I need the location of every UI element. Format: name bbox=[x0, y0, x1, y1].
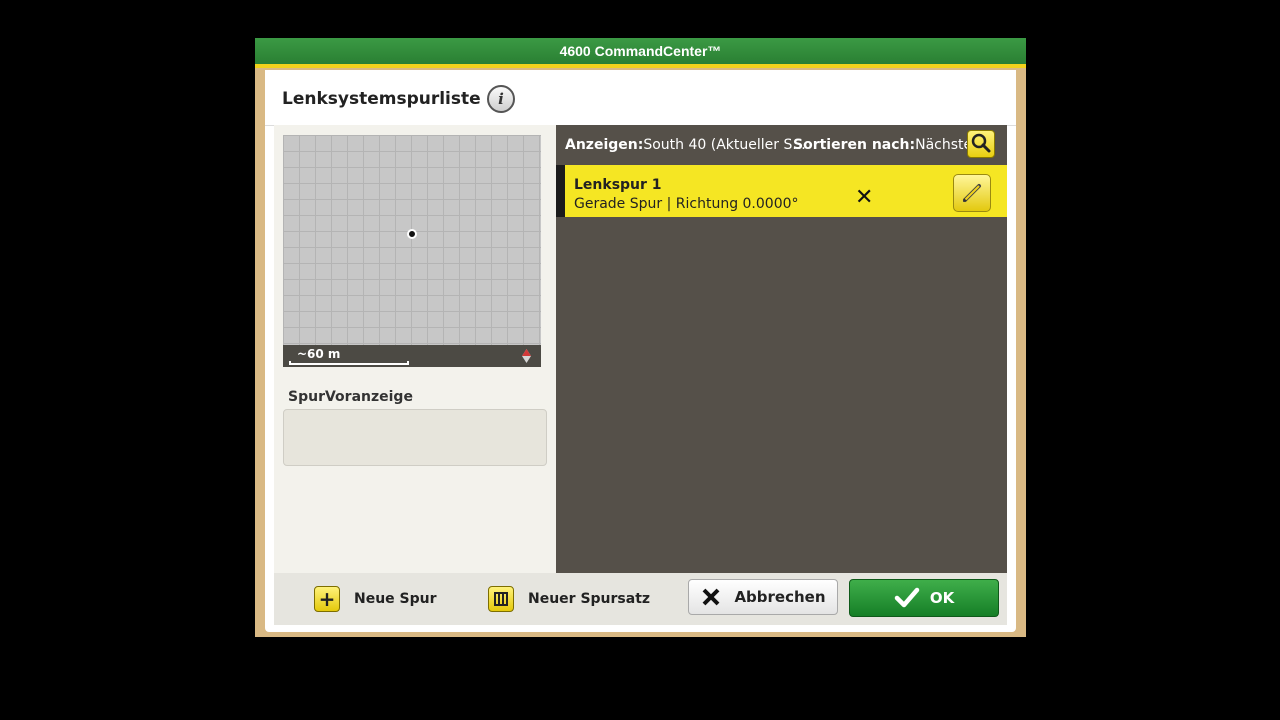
edit-track-button[interactable] bbox=[953, 174, 991, 212]
new-track-set-label: Neuer Spursatz bbox=[528, 591, 651, 607]
show-filter[interactable]: Anzeigen:South 40 (Aktueller S... bbox=[565, 137, 806, 153]
search-button[interactable] bbox=[967, 130, 995, 158]
sort-filter-value: Nächste bbox=[915, 137, 973, 153]
cancel-button[interactable]: Abbrechen bbox=[688, 579, 838, 615]
command-center-window: 4600 CommandCenter™ Lenksystemspurliste … bbox=[255, 38, 1026, 637]
info-icon[interactable]: i bbox=[487, 85, 515, 113]
sort-filter[interactable]: Sortieren nach:Nächste bbox=[793, 137, 972, 153]
track-preview-box bbox=[283, 409, 547, 466]
plus-icon: + bbox=[314, 586, 340, 612]
left-panel: ~60 m SpurVoranzeige bbox=[274, 125, 556, 573]
ok-label: OK bbox=[929, 589, 955, 607]
show-filter-label: Anzeigen: bbox=[565, 137, 644, 153]
dialog-header: Lenksystemspurliste i bbox=[265, 70, 1016, 126]
compass-icon bbox=[522, 349, 531, 363]
track-name: Lenkspur 1 bbox=[574, 177, 662, 193]
dialog-title: Lenksystemspurliste bbox=[282, 89, 481, 109]
filter-bar: Anzeigen:South 40 (Aktueller S... Sortie… bbox=[556, 125, 1007, 163]
machine-location-icon bbox=[407, 229, 417, 239]
sort-filter-label: Sortieren nach: bbox=[793, 137, 916, 153]
pencil-icon bbox=[963, 184, 981, 202]
checkmark-icon bbox=[894, 587, 920, 608]
track-list-panel: Anzeigen:South 40 (Aktueller S... Sortie… bbox=[556, 125, 1007, 573]
cancel-label: Abbrechen bbox=[734, 588, 826, 606]
map-view[interactable]: ~60 m bbox=[283, 135, 541, 367]
new-track-set-button[interactable]: Neuer Spursatz bbox=[488, 582, 650, 616]
map-footer: ~60 m bbox=[283, 345, 541, 367]
track-list-item[interactable]: Lenkspur 1 Gerade Spur | Richtung 0.0000… bbox=[556, 165, 1007, 217]
track-detail: Gerade Spur | Richtung 0.0000° bbox=[574, 196, 799, 212]
search-icon bbox=[971, 133, 991, 153]
map-scale-bar bbox=[289, 361, 409, 365]
map-scale-label: ~60 m bbox=[297, 347, 341, 361]
window-title: 4600 CommandCenter™ bbox=[255, 38, 1026, 64]
show-filter-value: South 40 (Aktueller S... bbox=[643, 137, 806, 153]
track-list-dialog: Lenksystemspurliste i ~60 m SpurVoranzei… bbox=[265, 70, 1016, 632]
track-set-icon bbox=[488, 586, 514, 612]
close-icon bbox=[703, 588, 720, 606]
title-stripe bbox=[255, 64, 1026, 68]
ok-button[interactable]: OK bbox=[849, 579, 999, 617]
track-preview-label: SpurVoranzeige bbox=[288, 389, 413, 405]
new-track-button[interactable]: + Neue Spur bbox=[314, 582, 437, 616]
dialog-footer: + Neue Spur Neuer Spursatz Abbrechen OK bbox=[274, 573, 1007, 625]
delete-track-icon[interactable]: ✕ bbox=[855, 187, 873, 209]
new-track-label: Neue Spur bbox=[354, 591, 437, 607]
